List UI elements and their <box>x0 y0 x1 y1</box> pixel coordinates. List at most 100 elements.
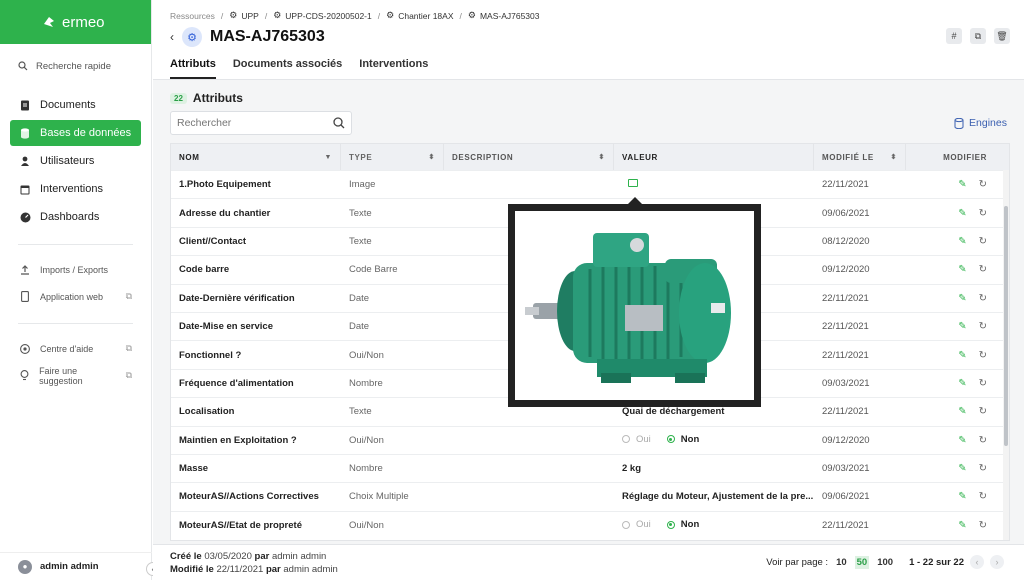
sidebar-item-imports-exports[interactable]: Imports / Exports <box>10 257 141 282</box>
edit-pencil-icon[interactable]: ✎ <box>958 179 966 190</box>
edit-pencil-icon[interactable]: ✎ <box>958 264 966 275</box>
history-icon[interactable]: ↻ <box>979 406 987 417</box>
edit-pencil-icon[interactable]: ✎ <box>958 520 966 531</box>
edit-pencil-icon[interactable]: ✎ <box>958 236 966 247</box>
tab-documents-associes[interactable]: Documents associés <box>233 58 342 79</box>
sidebar-item-bases-de-donnees[interactable]: Bases de données <box>10 120 141 146</box>
sidebar-item-dashboards[interactable]: Dashboards <box>10 204 141 230</box>
breadcrumb-item[interactable]: Ressources <box>170 11 215 21</box>
duplicate-button[interactable]: ⧉ <box>970 28 986 44</box>
table-row[interactable]: MoteurAS//Etat de propreté Oui/Non Oui Non 2… <box>171 510 1009 539</box>
gear-icon: ⚙ <box>386 10 395 20</box>
history-icon[interactable]: ↻ <box>979 435 987 446</box>
table-row[interactable]: 1.Photo Equipement Image 22/11/2021 ✎ ↻ <box>171 170 1009 198</box>
sidebar-item-centre-aide[interactable]: Centre d'aide ⧉ <box>10 336 141 361</box>
attribute-type: Texte <box>349 235 372 247</box>
column-header-nom[interactable]: NOM ▼ <box>171 144 341 170</box>
sort-icon: ⬍ <box>890 154 897 161</box>
history-icon[interactable]: ↻ <box>979 321 987 332</box>
history-icon[interactable]: ↻ <box>979 378 987 389</box>
breadcrumb: Ressources / ⚙ UPP / ⚙ UPP-CDS-20200502-1/ ⚙… <box>170 10 540 21</box>
history-icon[interactable]: ↻ <box>979 293 987 304</box>
column-header-type[interactable]: TYPE ⬍ <box>341 144 444 170</box>
sidebar-item-utilisateurs[interactable]: Utilisateurs <box>10 148 141 174</box>
attribute-name: 1.Photo Equipement <box>179 179 271 191</box>
history-icon[interactable]: ↻ <box>979 236 987 247</box>
external-link-icon: ⧉ <box>125 343 132 353</box>
history-icon[interactable]: ↻ <box>979 520 987 531</box>
breadcrumb-item[interactable]: MAS-AJ765303 <box>480 11 540 21</box>
user-icon <box>19 155 31 167</box>
table-row[interactable]: Masse Nombre 2 kg 09/03/2021 ✎ ↻ <box>171 453 1009 482</box>
table-scrollbar[interactable] <box>1003 170 1009 540</box>
edit-pencil-icon[interactable]: ✎ <box>958 435 966 446</box>
scrollbar-thumb[interactable] <box>1004 206 1008 446</box>
sidebar-item-label: Application web <box>40 291 104 302</box>
breadcrumb-item[interactable]: UPP-CDS-20200502-1 <box>285 11 371 21</box>
database-icon <box>19 127 31 139</box>
quick-search[interactable]: Recherche rapide <box>0 44 151 88</box>
history-icon[interactable]: ↻ <box>979 463 987 474</box>
row-actions: ✎ ↻ <box>906 435 1001 446</box>
copy-icon: ⧉ <box>974 30 982 41</box>
sidebar-item-application-web[interactable]: Application web ⧉ <box>10 284 141 309</box>
edit-pencil-icon[interactable]: ✎ <box>958 350 966 361</box>
sidebar-item-documents[interactable]: Documents <box>10 92 141 118</box>
engines-link[interactable]: Engines <box>954 117 1007 129</box>
next-page-button[interactable]: › <box>990 555 1004 569</box>
delete-button[interactable]: 🗑 <box>994 28 1010 44</box>
user-menu[interactable]: ● admin admin <box>0 552 152 580</box>
edit-pencil-icon[interactable]: ✎ <box>958 208 966 219</box>
column-header-description[interactable]: DESCRIPTION ⬍ <box>444 144 614 170</box>
resource-gear-icon: ⚙ <box>182 27 202 47</box>
prev-page-button[interactable]: ‹ <box>970 555 984 569</box>
brand-logo[interactable]: ermeo <box>0 0 151 44</box>
image-preview-popover <box>508 197 761 407</box>
page-size-50[interactable]: 50 <box>854 555 870 569</box>
history-icon[interactable]: ↻ <box>979 264 987 275</box>
edit-pencil-icon[interactable]: ✎ <box>958 321 966 332</box>
radio-oui[interactable] <box>622 435 630 444</box>
history-icon[interactable]: ↻ <box>979 179 987 190</box>
column-header-modifie-le[interactable]: MODIFIÉ LE ⬍ <box>814 144 906 170</box>
attribute-type: Date <box>349 292 370 304</box>
radio-non[interactable] <box>666 520 675 529</box>
radio-oui[interactable] <box>622 520 630 529</box>
tab-attributs[interactable]: Attributs <box>170 58 216 79</box>
mobile-icon <box>19 291 31 303</box>
radio-label: Non <box>680 433 700 445</box>
section-header: 22 Attributs <box>153 80 1024 105</box>
edit-pencil-icon[interactable]: ✎ <box>958 463 966 474</box>
page-size-100[interactable]: 100 <box>875 556 895 569</box>
modified-date: 22/11/2021 <box>822 406 869 418</box>
search-input[interactable] <box>177 117 333 129</box>
back-button[interactable]: ‹ <box>170 30 174 44</box>
attribute-name: Code barre <box>179 264 230 276</box>
dashboard-icon <box>19 211 31 223</box>
radio-non[interactable] <box>666 435 675 444</box>
edit-pencil-icon[interactable]: ✎ <box>958 491 966 502</box>
quick-search-label: Recherche rapide <box>36 60 111 72</box>
external-link-icon: ⧉ <box>125 291 132 301</box>
edit-pencil-icon[interactable]: ✎ <box>958 406 966 417</box>
table-row[interactable]: MoteurAS//Actions Correctives Choix Multi… <box>171 482 1009 510</box>
history-icon[interactable]: ↻ <box>979 491 987 502</box>
column-header-valeur[interactable]: VALEUR <box>614 144 814 170</box>
tab-interventions[interactable]: Interventions <box>359 58 428 79</box>
hash-button[interactable]: # <box>946 28 962 44</box>
breadcrumb-item[interactable]: Chantier 18AX <box>398 11 453 21</box>
sidebar-item-interventions[interactable]: Interventions <box>10 176 141 202</box>
section-title: Attributs <box>192 91 243 105</box>
history-icon[interactable]: ↻ <box>979 208 987 219</box>
breadcrumb-item[interactable]: UPP <box>241 11 258 21</box>
sidebar-item-suggestion[interactable]: Faire une suggestion ⧉ <box>10 363 141 388</box>
edit-pencil-icon[interactable]: ✎ <box>958 293 966 304</box>
search-icon[interactable] <box>333 117 345 129</box>
history-icon[interactable]: ↻ <box>979 350 987 361</box>
edit-pencil-icon[interactable]: ✎ <box>958 378 966 389</box>
table-row[interactable]: Maintien en Exploitation ? Oui/Non Oui Non 0… <box>171 425 1009 454</box>
engines-label: Engines <box>969 117 1007 129</box>
page-size-10[interactable]: 10 <box>834 556 849 569</box>
database-icon <box>954 117 964 129</box>
image-icon[interactable] <box>628 179 638 188</box>
